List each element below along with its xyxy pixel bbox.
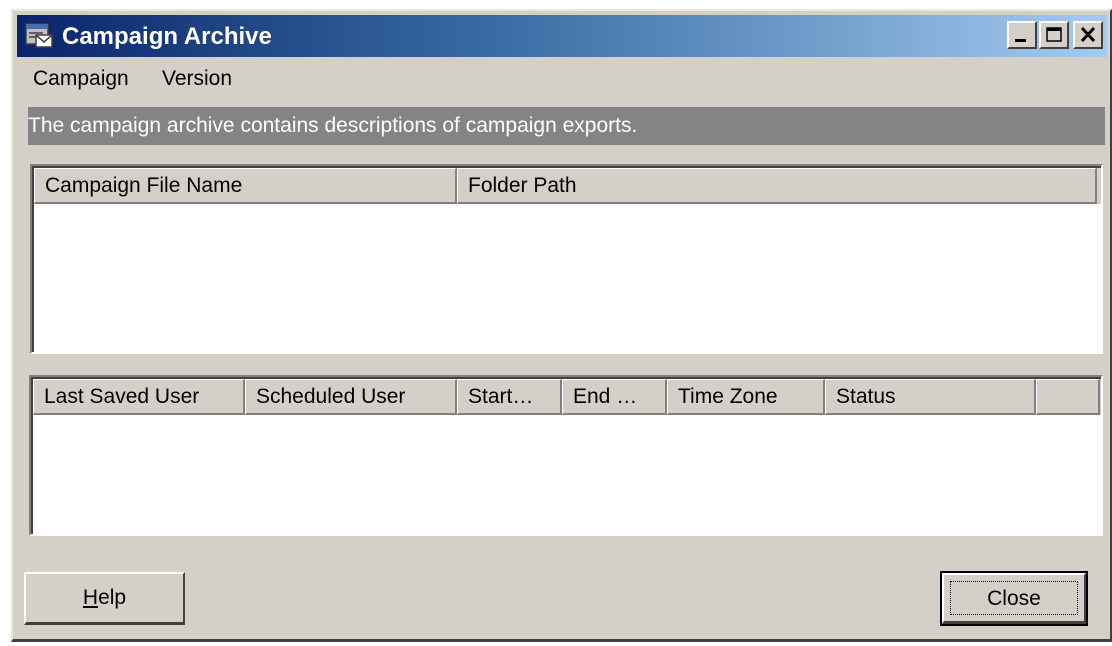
campaign-file-list[interactable]: Campaign File Name Folder Path — [30, 164, 1103, 354]
menu-campaign[interactable]: Campaign — [25, 65, 137, 93]
maximize-icon — [1046, 27, 1062, 42]
maximize-button[interactable] — [1039, 21, 1069, 49]
column-header-end[interactable]: End … — [562, 379, 667, 415]
column-header-time-zone[interactable]: Time Zone — [667, 379, 825, 415]
description-banner: The campaign archive contains descriptio… — [28, 107, 1105, 145]
window-title: Campaign Archive — [62, 23, 272, 50]
column-header-campaign-file-name[interactable]: Campaign File Name — [34, 168, 457, 204]
close-window-button[interactable] — [1073, 21, 1103, 49]
campaign-archive-icon — [24, 21, 54, 51]
column-header-scheduled-user[interactable]: Scheduled User — [245, 379, 457, 415]
campaign-list-header: Campaign File Name Folder Path — [34, 168, 1101, 204]
column-header-filler — [1036, 379, 1100, 415]
close-icon — [1080, 26, 1096, 43]
help-button-label: Help — [83, 586, 126, 609]
help-mnemonic: H — [82, 586, 99, 609]
column-header-folder-path[interactable]: Folder Path — [457, 168, 1097, 204]
minimize-icon — [1015, 39, 1026, 42]
help-button[interactable]: Help — [24, 572, 185, 625]
version-list-header: Last Saved User Scheduled User Start… En… — [33, 379, 1101, 415]
close-button-label: Close — [987, 587, 1041, 610]
column-header-status[interactable]: Status — [825, 379, 1036, 415]
version-list[interactable]: Last Saved User Scheduled User Start… En… — [29, 375, 1103, 536]
column-header-last-saved-user[interactable]: Last Saved User — [33, 379, 245, 415]
minimize-button[interactable] — [1007, 21, 1037, 49]
menu-version[interactable]: Version — [154, 65, 240, 93]
campaign-archive-window: Campaign Archive Campaign Version The ca… — [11, 9, 1112, 642]
close-button[interactable]: Close — [940, 571, 1088, 626]
menu-bar: Campaign Version — [17, 63, 1107, 95]
help-label-rest: elp — [98, 586, 127, 609]
title-bar[interactable]: Campaign Archive — [17, 15, 1107, 57]
column-header-start[interactable]: Start… — [457, 379, 562, 415]
